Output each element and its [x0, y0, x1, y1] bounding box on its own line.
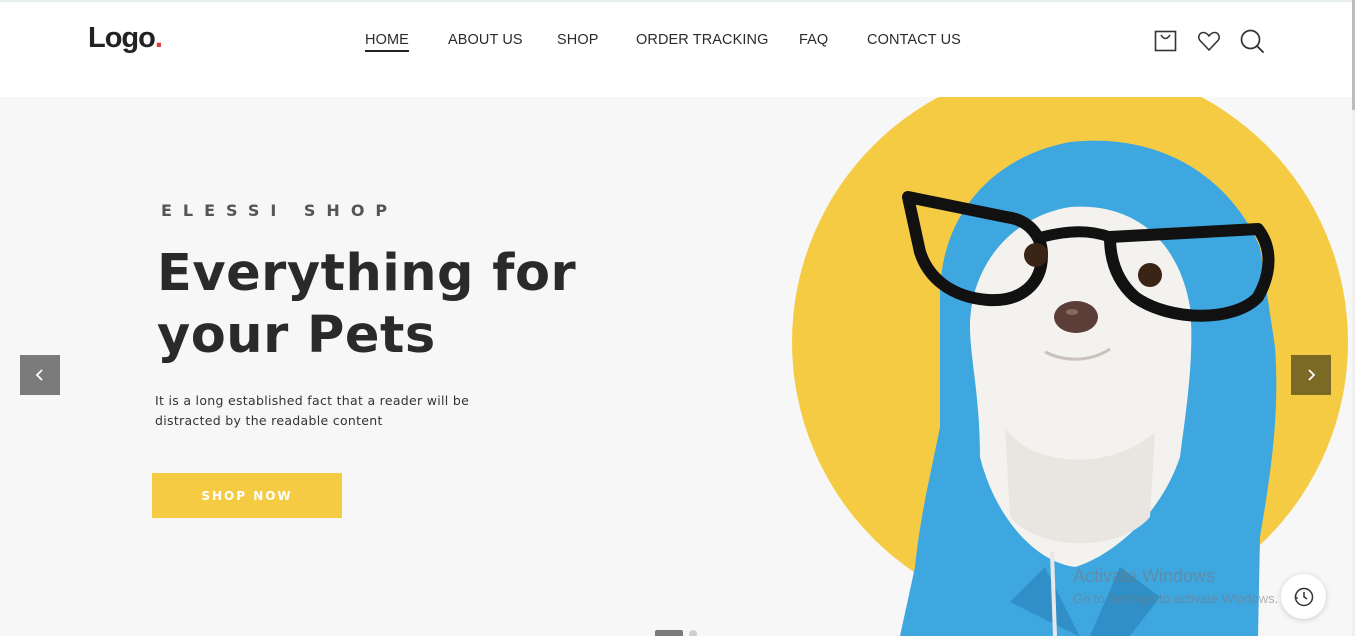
watermark-line-1: Activate Windows — [1073, 566, 1216, 586]
activate-windows-watermark: Activate Windows Go to Settings to activ… — [1073, 566, 1278, 606]
site-header: Logo. HOME ABOUT US SHOP ORDER TRACKING … — [0, 2, 1355, 97]
slider-next-button[interactable] — [1291, 355, 1331, 395]
cart-icon[interactable] — [1152, 28, 1178, 54]
nav-item-faq[interactable]: FAQ — [799, 32, 828, 48]
nav-item-order-tracking[interactable]: ORDER TRACKING — [636, 32, 768, 48]
nav-item-home[interactable]: HOME — [365, 32, 409, 52]
slide-dot-active[interactable] — [655, 630, 683, 636]
nav-item-contact-us[interactable]: CONTACT US — [867, 32, 961, 48]
chevron-left-icon — [35, 369, 43, 381]
slider-prev-button[interactable] — [20, 355, 60, 395]
slide-dot[interactable] — [689, 630, 697, 636]
hero-headline: Everything for your Pets — [157, 244, 577, 365]
nav-item-about-us[interactable]: ABOUT US — [448, 32, 523, 48]
hero-image — [780, 97, 1355, 636]
watermark-line-2: Go to Settings to activate Windows. — [1073, 591, 1279, 606]
hero-slider: ELESSI SHOP Everything for your Pets It … — [0, 97, 1355, 636]
history-button[interactable] — [1281, 574, 1326, 619]
heart-icon[interactable] — [1196, 28, 1222, 54]
logo-dot: . — [154, 22, 163, 54]
logo[interactable]: Logo. — [88, 22, 163, 55]
history-icon — [1294, 587, 1313, 606]
hero-subtext: It is a long established fact that a rea… — [155, 393, 470, 428]
search-icon[interactable] — [1239, 28, 1265, 54]
hero-eyebrow: ELESSI SHOP — [161, 201, 399, 220]
logo-text: Logo — [88, 22, 156, 54]
chevron-right-icon — [1308, 369, 1316, 381]
shop-now-button[interactable]: SHOP NOW — [152, 473, 342, 518]
nav-item-shop[interactable]: SHOP — [557, 32, 599, 48]
